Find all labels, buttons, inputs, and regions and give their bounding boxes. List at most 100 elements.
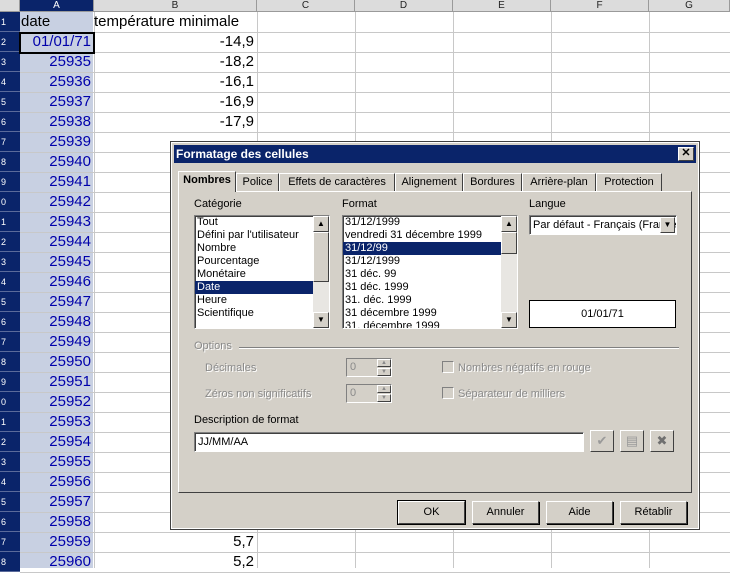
- cell-a[interactable]: 25948: [20, 312, 93, 332]
- row-header[interactable]: 7: [0, 332, 20, 352]
- cell-a[interactable]: 25935: [20, 52, 93, 72]
- format-item[interactable]: vendredi 31 décembre 1999: [343, 229, 501, 242]
- row-header[interactable]: 1: [0, 412, 20, 432]
- cell-a[interactable]: 25949: [20, 332, 93, 352]
- tab-arriere-plan[interactable]: Arrière-plan: [522, 173, 596, 191]
- category-item[interactable]: Tout: [195, 216, 313, 229]
- row-header[interactable]: 0: [0, 392, 20, 412]
- format-item[interactable]: 31 décembre 1999: [343, 307, 501, 320]
- language-select[interactable]: Par défaut - Français (France) ▼: [529, 215, 677, 235]
- format-scrollbar[interactable]: ▲ ▼: [501, 216, 517, 328]
- scroll-thumb[interactable]: [501, 232, 517, 254]
- tab-nombres[interactable]: Nombres: [178, 171, 236, 192]
- cell-b[interactable]: -17,9: [94, 112, 256, 132]
- row-header[interactable]: 7: [0, 132, 20, 152]
- column-header-a[interactable]: A: [20, 0, 94, 12]
- category-item[interactable]: Monétaire: [195, 268, 313, 281]
- cell-a[interactable]: 25942: [20, 192, 93, 212]
- leading-zeros-spinner[interactable]: 0 ▲ ▼: [346, 384, 392, 403]
- row-header[interactable]: 5: [0, 292, 20, 312]
- dialog-titlebar[interactable]: Formatage des cellules ✕: [174, 145, 696, 163]
- cell-a[interactable]: 25956: [20, 472, 93, 492]
- cell-b[interactable]: -16,9: [94, 92, 256, 112]
- cell-a[interactable]: 25957: [20, 492, 93, 512]
- checkmark-icon[interactable]: ✔: [590, 430, 614, 452]
- close-icon[interactable]: ✕: [678, 147, 694, 161]
- cell-a[interactable]: 25953: [20, 412, 93, 432]
- category-scrollbar[interactable]: ▲ ▼: [313, 216, 329, 328]
- column-header-f[interactable]: F: [551, 0, 649, 12]
- format-item[interactable]: 31/12/1999: [343, 216, 501, 229]
- row-header[interactable]: 5: [0, 492, 20, 512]
- cell-a[interactable]: 25947: [20, 292, 93, 312]
- cell-a[interactable]: 25938: [20, 112, 93, 132]
- format-item[interactable]: 31/12/99: [343, 242, 501, 255]
- row-header[interactable]: 9: [0, 372, 20, 392]
- cell-a[interactable]: 25939: [20, 132, 93, 152]
- cell-a[interactable]: 25945: [20, 252, 93, 272]
- cell-a[interactable]: 25936: [20, 72, 93, 92]
- row-header[interactable]: 4: [0, 272, 20, 292]
- category-item[interactable]: Heure: [195, 294, 313, 307]
- row-header[interactable]: 8: [0, 552, 20, 572]
- row-header[interactable]: 6: [0, 312, 20, 332]
- thousands-separator-checkbox[interactable]: [442, 387, 454, 399]
- negative-red-checkbox[interactable]: [442, 361, 454, 373]
- spin-up-icon[interactable]: ▲: [377, 385, 391, 393]
- cell-b[interactable]: -16,1: [94, 72, 256, 92]
- clipboard-icon[interactable]: ▤: [620, 430, 644, 452]
- chevron-down-icon[interactable]: ▼: [660, 217, 675, 233]
- format-item[interactable]: 31 déc. 1999: [343, 281, 501, 294]
- tab-alignement[interactable]: Alignement: [395, 173, 463, 191]
- cell-a[interactable]: 25951: [20, 372, 93, 392]
- row-header[interactable]: 9: [0, 172, 20, 192]
- spin-down-icon[interactable]: ▼: [377, 394, 391, 402]
- cell-a[interactable]: 25944: [20, 232, 93, 252]
- cell-a[interactable]: 25955: [20, 452, 93, 472]
- format-item[interactable]: 31. décembre 1999: [343, 320, 501, 328]
- row-header[interactable]: 6: [0, 112, 20, 132]
- scroll-thumb[interactable]: [313, 232, 329, 282]
- row-header[interactable]: 8: [0, 152, 20, 172]
- tab-effets-caracteres[interactable]: Effets de caractères: [279, 173, 395, 191]
- format-item[interactable]: 31 déc. 99: [343, 268, 501, 281]
- row-header[interactable]: 6: [0, 512, 20, 532]
- cell-a[interactable]: 25952: [20, 392, 93, 412]
- cell-b[interactable]: -14,9: [94, 32, 256, 52]
- cell-b[interactable]: température minimale: [94, 12, 256, 32]
- cell-a[interactable]: date: [20, 12, 93, 32]
- row-header[interactable]: 0: [0, 192, 20, 212]
- cancel-button[interactable]: Annuler: [472, 501, 539, 524]
- scroll-up-icon[interactable]: ▲: [501, 216, 517, 232]
- category-item[interactable]: Scientifique: [195, 307, 313, 320]
- spin-up-icon[interactable]: ▲: [377, 359, 391, 367]
- row-header[interactable]: 4: [0, 472, 20, 492]
- cell-a[interactable]: 25960: [20, 552, 93, 572]
- row-header[interactable]: 2: [0, 432, 20, 452]
- cell-a[interactable]: 25941: [20, 172, 93, 192]
- category-item[interactable]: Défini par l'utilisateur: [195, 229, 313, 242]
- category-list[interactable]: Tout Défini par l'utilisateur Nombre Pource…: [194, 215, 330, 329]
- column-header-b[interactable]: B: [94, 0, 257, 12]
- tab-bordures[interactable]: Bordures: [463, 173, 522, 191]
- delete-icon[interactable]: ✖: [650, 430, 674, 452]
- row-header[interactable]: 3: [0, 252, 20, 272]
- cell-a[interactable]: 25946: [20, 272, 93, 292]
- help-button[interactable]: Aide: [546, 501, 613, 524]
- tab-police[interactable]: Police: [236, 173, 279, 191]
- row-header[interactable]: 1: [0, 12, 20, 32]
- cell-a[interactable]: 25958: [20, 512, 93, 532]
- cell-a[interactable]: 25950: [20, 352, 93, 372]
- category-item[interactable]: Date: [195, 281, 313, 294]
- cell-a[interactable]: 25959: [20, 532, 93, 552]
- cell-a[interactable]: 25937: [20, 92, 93, 112]
- row-header[interactable]: 5: [0, 92, 20, 112]
- row-header[interactable]: 4: [0, 72, 20, 92]
- cell-b[interactable]: -18,2: [94, 52, 256, 72]
- format-list[interactable]: 31/12/1999 vendredi 31 décembre 1999 31/12…: [342, 215, 518, 329]
- row-header[interactable]: 1: [0, 212, 20, 232]
- column-header-c[interactable]: C: [257, 0, 355, 12]
- format-code-input[interactable]: JJ/MM/AA: [194, 432, 584, 452]
- reset-button[interactable]: Rétablir: [620, 501, 687, 524]
- category-item[interactable]: Nombre: [195, 242, 313, 255]
